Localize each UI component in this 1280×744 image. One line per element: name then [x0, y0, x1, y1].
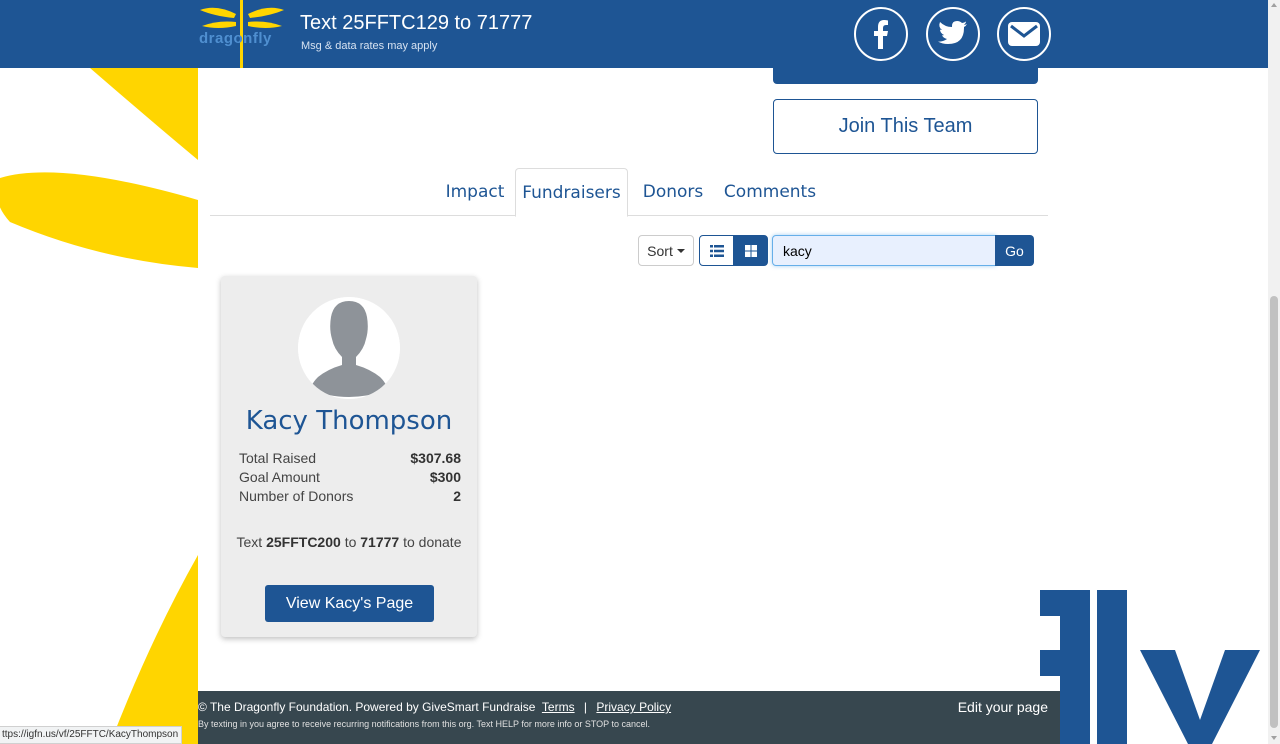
- footer-copyright: © The Dragonfly Foundation. Powered by G…: [198, 700, 536, 714]
- tab-bar: Impact Fundraisers Donors Comments: [210, 168, 1048, 217]
- caret-down-icon: [676, 248, 685, 253]
- fundraiser-search-input[interactable]: [772, 235, 996, 266]
- twitter-share-button[interactable]: [926, 7, 980, 61]
- brand-letters-graphic: [1040, 590, 1260, 744]
- text-suffix: to donate: [403, 534, 462, 550]
- stat-row-number-of-donors: Number of Donors 2: [239, 487, 461, 506]
- text-rates-note: Msg & data rates may apply: [301, 40, 438, 52]
- join-team-button[interactable]: Join This Team: [773, 99, 1038, 154]
- terms-link[interactable]: Terms: [542, 700, 575, 714]
- sort-label: Sort: [647, 242, 673, 259]
- avatar[interactable]: [298, 297, 400, 399]
- page-scrollbar[interactable]: [1268, 0, 1280, 744]
- twitter-icon: [938, 21, 967, 44]
- stat-label: Total Raised: [239, 450, 317, 466]
- stat-value: $307.68: [410, 450, 461, 466]
- email-icon: [1008, 22, 1040, 46]
- site-header: dragonfly Text 25FFTC129 to 71777 Msg & …: [0, 0, 1268, 68]
- grid-icon: [745, 244, 757, 257]
- text-to-donate-instructions: Text 25FFTC200 to 71777 to donate: [221, 534, 477, 550]
- logo-text: dragonfly: [199, 30, 272, 47]
- text-number: 71777: [360, 534, 400, 550]
- footer-separator: |: [583, 700, 588, 714]
- scroll-up-arrow-icon[interactable]: [1271, 3, 1277, 7]
- stat-value: 2: [453, 488, 461, 504]
- edit-page-link[interactable]: Edit your page: [958, 699, 1048, 715]
- email-share-button[interactable]: [997, 7, 1051, 61]
- list-icon: [709, 244, 724, 257]
- tab-comments[interactable]: Comments: [720, 168, 820, 216]
- facebook-share-button[interactable]: [854, 7, 908, 61]
- fundraiser-card: Kacy Thompson Total Raised $307.68 Goal …: [221, 276, 477, 637]
- sort-dropdown-button[interactable]: Sort: [638, 235, 694, 266]
- scrollbar-thumb[interactable]: [1270, 296, 1278, 728]
- tab-fundraisers[interactable]: Fundraisers: [515, 168, 628, 217]
- privacy-policy-link[interactable]: Privacy Policy: [596, 700, 671, 714]
- status-bar-url: ttps://igfn.us/vf/25FFTC/KacyThompson: [0, 726, 182, 744]
- scroll-down-arrow-icon[interactable]: [1271, 736, 1277, 740]
- facebook-icon: [874, 20, 888, 49]
- donate-button[interactable]: [773, 68, 1038, 84]
- fundraiser-name[interactable]: Kacy Thompson: [221, 406, 477, 436]
- footer-sms-notice: By texting in you agree to receive recur…: [198, 719, 651, 729]
- text-to: to: [344, 534, 357, 550]
- footer-links: © The Dragonfly Foundation. Powered by G…: [198, 700, 671, 714]
- text-code: 25FFTC200: [266, 534, 341, 550]
- text-to-give-title: Text 25FFTC129 to 71777: [300, 12, 533, 34]
- stat-row-goal-amount: Goal Amount $300: [239, 468, 461, 487]
- stat-row-total-raised: Total Raised $307.68: [239, 449, 461, 468]
- view-fundraiser-page-button[interactable]: View Kacy's Page: [265, 585, 434, 622]
- search-go-button[interactable]: Go: [995, 235, 1034, 266]
- person-silhouette-icon: [298, 297, 400, 399]
- grid-view-button[interactable]: [734, 235, 768, 266]
- tab-impact[interactable]: Impact: [435, 168, 515, 216]
- text-prefix: Text: [236, 534, 263, 550]
- tab-donors[interactable]: Donors: [638, 168, 708, 216]
- stat-label: Number of Donors: [239, 488, 354, 504]
- list-view-button[interactable]: [699, 235, 734, 266]
- fundraiser-stats: Total Raised $307.68 Goal Amount $300 Nu…: [239, 449, 461, 506]
- stat-value: $300: [429, 469, 461, 485]
- site-footer: © The Dragonfly Foundation. Powered by G…: [198, 691, 1060, 744]
- stat-label: Goal Amount: [239, 469, 320, 485]
